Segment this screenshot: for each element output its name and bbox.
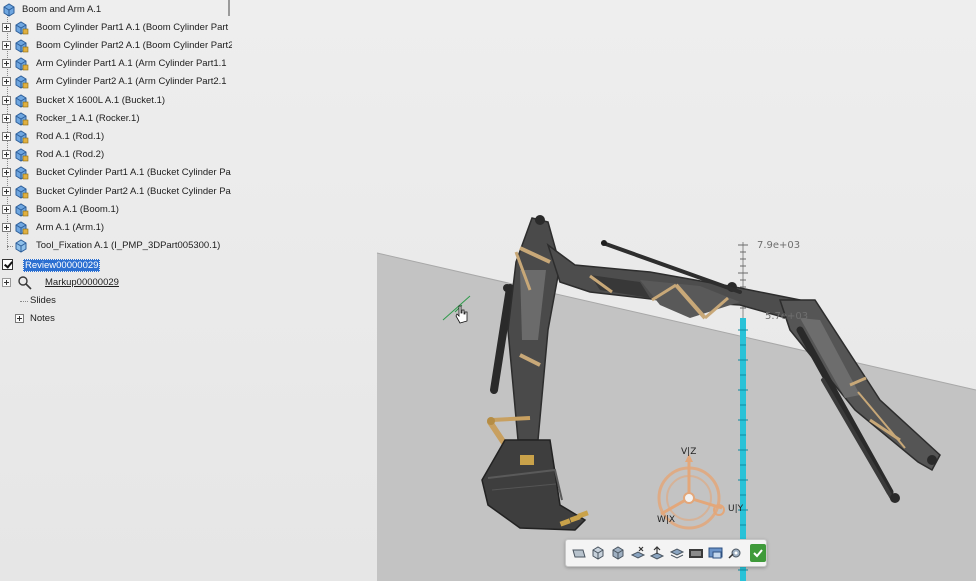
ok-button[interactable]: [750, 544, 767, 562]
bucket-joint: [520, 455, 534, 465]
tree-item-label: Rocker_1 A.1 (Rocker.1): [36, 113, 140, 124]
tree-expand-icon[interactable]: [2, 168, 11, 177]
tree-item-label: Arm A.1 (Arm.1): [36, 222, 105, 233]
compass-axis-top[interactable]: V|Z: [681, 447, 696, 457]
tree-item-label: Arm Cylinder Part2 A.1 (Arm Cylinder Par…: [36, 76, 227, 87]
tree-item[interactable]: Rocker_1 A.1 (Rocker.1): [0, 111, 232, 127]
tree-slides[interactable]: Slides: [0, 293, 232, 309]
film-icon: [689, 549, 704, 558]
product-icon: [15, 221, 29, 235]
tree-root[interactable]: Boom and Arm A.1: [0, 2, 232, 18]
product-icon: [15, 75, 29, 89]
part-icon: [15, 239, 27, 253]
tree-item[interactable]: Arm A.1 (Arm.1): [0, 220, 232, 236]
tree-item-label: Boom A.1 (Boom.1): [36, 204, 119, 215]
review-checkbox[interactable]: [2, 259, 13, 270]
settings-button[interactable]: [727, 543, 745, 563]
tree-item[interactable]: Bucket Cylinder Part2 A.1 (Bucket Cylind…: [0, 184, 232, 200]
product-icon: [15, 94, 29, 108]
tree-expand-icon[interactable]: [2, 187, 11, 196]
tree-item-label: Rod A.1 (Rod.2): [36, 149, 105, 160]
box-view-2-icon: [612, 546, 624, 560]
tree-collapse-icon[interactable]: [2, 278, 11, 287]
tree-root-label: Boom and Arm A.1: [22, 4, 102, 15]
sectioning-button[interactable]: [629, 543, 647, 563]
tree-notes[interactable]: Notes: [0, 311, 232, 327]
tree-item[interactable]: Bucket Cylinder Part1 A.1 (Bucket Cylind…: [0, 165, 232, 181]
boom-pin-top: [535, 215, 545, 225]
tree-item-label: Bucket Cylinder Part1 A.1 (Bucket Cylind…: [36, 167, 231, 178]
notes-label: Notes: [30, 313, 55, 324]
product-icon: [15, 185, 29, 199]
tree-item[interactable]: Boom A.1 (Boom.1): [0, 202, 232, 218]
box-view-icon: [592, 546, 604, 560]
settings-gear-icon: [728, 548, 741, 559]
tree-item-label: Rod A.1 (Rod.1): [36, 131, 105, 142]
tree-expand-icon[interactable]: [2, 23, 11, 32]
sectioning-icon: [630, 546, 645, 559]
tree-expand-icon[interactable]: [2, 132, 11, 141]
layers-button[interactable]: [668, 543, 686, 563]
tree-item-label: Arm Cylinder Part1 A.1 (Arm Cylinder Par…: [36, 58, 227, 69]
product-icon: [15, 166, 29, 180]
layers-icon: [669, 548, 684, 559]
product-icon: [15, 57, 29, 71]
tree-expand-icon[interactable]: [2, 205, 11, 214]
slides-label: Slides: [30, 295, 56, 306]
monitor-icon: [708, 547, 723, 559]
tree-item[interactable]: Rod A.1 (Rod.1): [0, 129, 232, 145]
tree-markup[interactable]: Markup00000029: [0, 275, 232, 291]
tree-expand-icon[interactable]: [2, 41, 11, 50]
monitor-button[interactable]: [707, 543, 725, 563]
product-icon: [15, 39, 29, 53]
review-label[interactable]: Review00000029: [23, 259, 101, 272]
action-toolbar: [565, 539, 767, 567]
box-view-2-button[interactable]: [609, 543, 627, 563]
tree-item[interactable]: Boom Cylinder Part2 A.1 (Boom Cylinder P…: [0, 38, 232, 54]
cursor-up-button[interactable]: [648, 543, 666, 563]
markup-label: Markup00000029: [45, 277, 119, 288]
tree-item-label: Boom Cylinder Part2 A.1 (Boom Cylinder P…: [36, 40, 232, 51]
tree-expand-icon[interactable]: [2, 96, 11, 105]
tree-review[interactable]: Review00000029: [0, 257, 232, 273]
product-icon: [15, 130, 29, 144]
cursor-up-icon: [649, 546, 665, 560]
product-icon: [15, 112, 29, 126]
product-icon: [3, 3, 15, 17]
tree-item[interactable]: Boom Cylinder Part1 A.1 (Boom Cylinder P…: [0, 20, 232, 36]
specification-tree: Boom and Arm A.1 Boom Cylinder Part1 A.1…: [0, 0, 232, 340]
tree-item[interactable]: Arm Cylinder Part1 A.1 (Arm Cylinder Par…: [0, 56, 232, 72]
tree-item-label: Bucket Cylinder Part2 A.1 (Bucket Cylind…: [36, 186, 231, 197]
tree-item[interactable]: Rod A.1 (Rod.2): [0, 147, 232, 163]
film-button[interactable]: [687, 543, 705, 563]
compass-axis-right[interactable]: U|Y: [728, 504, 743, 514]
product-icon: [15, 203, 29, 217]
compass-axis-left[interactable]: W|X: [657, 515, 675, 525]
tree-item[interactable]: Arm Cylinder Part2 A.1 (Arm Cylinder Par…: [0, 74, 232, 90]
product-icon: [15, 148, 29, 162]
check-icon: [753, 549, 763, 558]
tree-item-label: Bucket X 1600L A.1 (Bucket.1): [36, 95, 166, 106]
product-icon: [15, 21, 29, 35]
tree-item-label: Boom Cylinder Part1 A.1 (Boom Cylinder P…: [36, 22, 229, 33]
box-view-button[interactable]: [590, 543, 608, 563]
tree-expand-icon[interactable]: [2, 114, 11, 123]
tree-item-label: Tool_Fixation A.1 (I_PMP_3DPart005300.1): [36, 240, 221, 251]
tree-expand-icon[interactable]: [2, 77, 11, 86]
markup-icon: [18, 276, 32, 290]
plane-view-button[interactable]: [570, 543, 588, 563]
tree-item[interactable]: Bucket X 1600L A.1 (Bucket.1): [0, 93, 232, 109]
ruler-mid-label: 5.7e+03: [765, 311, 809, 322]
tree-expand-icon[interactable]: [2, 150, 11, 159]
tree-expand-icon[interactable]: [2, 223, 11, 232]
tree-item[interactable]: Tool_Fixation A.1 (I_PMP_3DPart005300.1): [0, 238, 232, 254]
plane-view-icon: [572, 549, 586, 558]
tree-expand-icon[interactable]: [2, 59, 11, 68]
ruler-top-label: 7.9e+03: [757, 240, 801, 251]
tree-expand-icon[interactable]: [15, 314, 24, 323]
